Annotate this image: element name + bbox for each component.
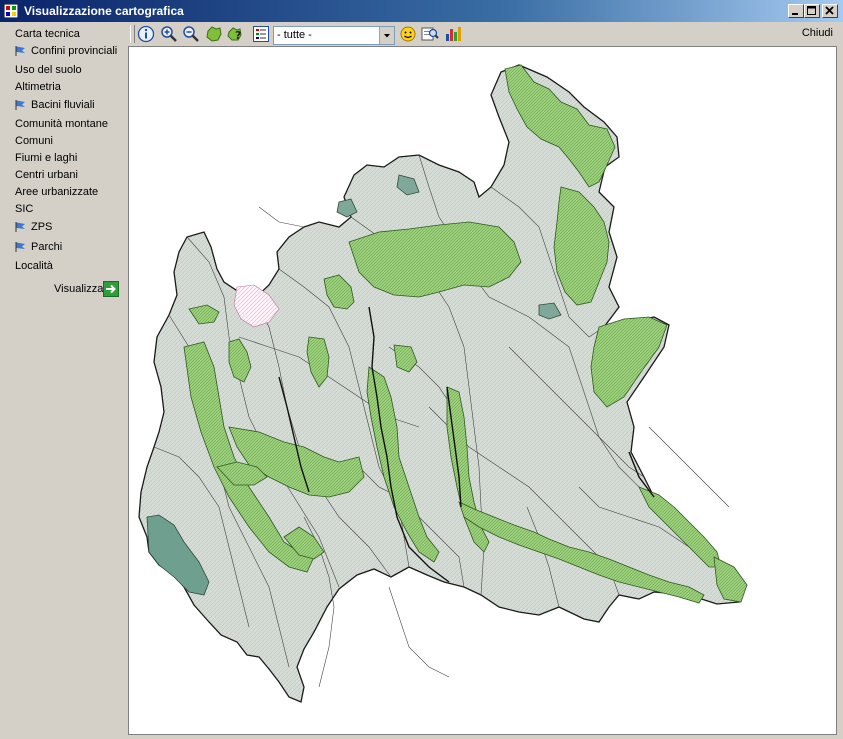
layer-confini-provinciali[interactable]: Confini provinciali	[15, 43, 117, 59]
map-canvas[interactable]	[128, 46, 837, 735]
layer-comuni[interactable]: Comuni	[15, 133, 53, 149]
layer-centri-urbani[interactable]: Centri urbani	[15, 167, 78, 183]
toolbar: ? - tutte - Chiudi	[127, 22, 843, 46]
layer-sic[interactable]: SIC	[15, 201, 33, 217]
layer-label: Centri urbani	[15, 169, 78, 181]
close-map-button[interactable]: Chiudi	[802, 27, 833, 39]
layer-label: Confini provinciali	[31, 45, 118, 57]
layer-zps[interactable]: ZPS	[15, 219, 52, 235]
flag-icon	[15, 222, 25, 233]
layer-label: Località	[15, 260, 53, 272]
minimize-button[interactable]	[788, 4, 804, 18]
close-icon	[825, 6, 834, 15]
layer-label: Parchi	[31, 241, 63, 253]
layer-comunita-montane[interactable]: Comunità montane	[15, 116, 108, 132]
layer-bacini-fluviali[interactable]: Bacini fluviali	[15, 97, 95, 113]
layer-carta-tecnica[interactable]: Carta tecnica	[15, 26, 80, 42]
chart-icon[interactable]	[444, 25, 462, 43]
combo-value: - tutte -	[277, 29, 312, 41]
flag-icon	[15, 100, 25, 111]
layer-filter-select[interactable]: - tutte -	[273, 26, 395, 45]
layer-label: ZPS	[31, 221, 53, 233]
legend-icon[interactable]	[252, 25, 270, 43]
dropdown-button[interactable]	[379, 27, 394, 44]
arrow-right-icon[interactable]	[103, 281, 119, 297]
search-map-icon[interactable]	[421, 25, 439, 43]
toolbar-grip[interactable]	[130, 25, 135, 43]
minimize-icon	[792, 13, 798, 15]
info-icon[interactable]	[137, 25, 155, 43]
layer-label: Fiumi e laghi	[15, 152, 78, 164]
layer-label: Comunità montane	[15, 118, 108, 130]
svg-text:?: ?	[235, 29, 241, 42]
layer-label: SIC	[15, 203, 34, 215]
region-boundary[interactable]	[138, 64, 741, 703]
layer-label: Aree urbanizzate	[15, 186, 99, 198]
layer-label: Carta tecnica	[15, 28, 80, 40]
window-title: Visualizzazione cartografica	[24, 4, 184, 18]
layer-sidebar: Carta tecnica Confini provinciali Uso de…	[0, 22, 127, 739]
zoom-out-icon[interactable]	[182, 25, 200, 43]
layer-uso-del-suolo[interactable]: Uso del suolo	[15, 62, 82, 78]
layer-altimetria[interactable]: Altimetria	[15, 79, 61, 95]
title-bar: Visualizzazione cartografica	[0, 0, 843, 22]
maximize-icon	[807, 6, 816, 15]
lombardy-map[interactable]	[129, 47, 836, 734]
identify-icon[interactable]: ?	[227, 25, 245, 43]
full-extent-icon[interactable]	[205, 25, 223, 43]
flag-icon	[15, 242, 25, 253]
layer-aree-urbanizzate[interactable]: Aree urbanizzate	[15, 184, 98, 200]
flag-icon	[15, 46, 25, 57]
layer-label: Bacini fluviali	[31, 99, 95, 111]
app-icon	[4, 4, 18, 18]
chevron-down-icon	[384, 34, 390, 38]
layer-label: Uso del suolo	[15, 64, 82, 76]
layer-label: Altimetria	[15, 81, 61, 93]
smiley-icon[interactable]	[399, 25, 417, 43]
visualizza-button[interactable]: Visualizza	[54, 281, 103, 297]
layer-localita[interactable]: Località	[15, 258, 53, 274]
layer-fiumi-e-laghi[interactable]: Fiumi e laghi	[15, 150, 77, 166]
close-button[interactable]	[822, 4, 838, 18]
maximize-button[interactable]	[804, 4, 820, 18]
layer-parchi[interactable]: Parchi	[15, 239, 62, 255]
zoom-in-icon[interactable]	[160, 25, 178, 43]
layer-label: Comuni	[15, 135, 53, 147]
